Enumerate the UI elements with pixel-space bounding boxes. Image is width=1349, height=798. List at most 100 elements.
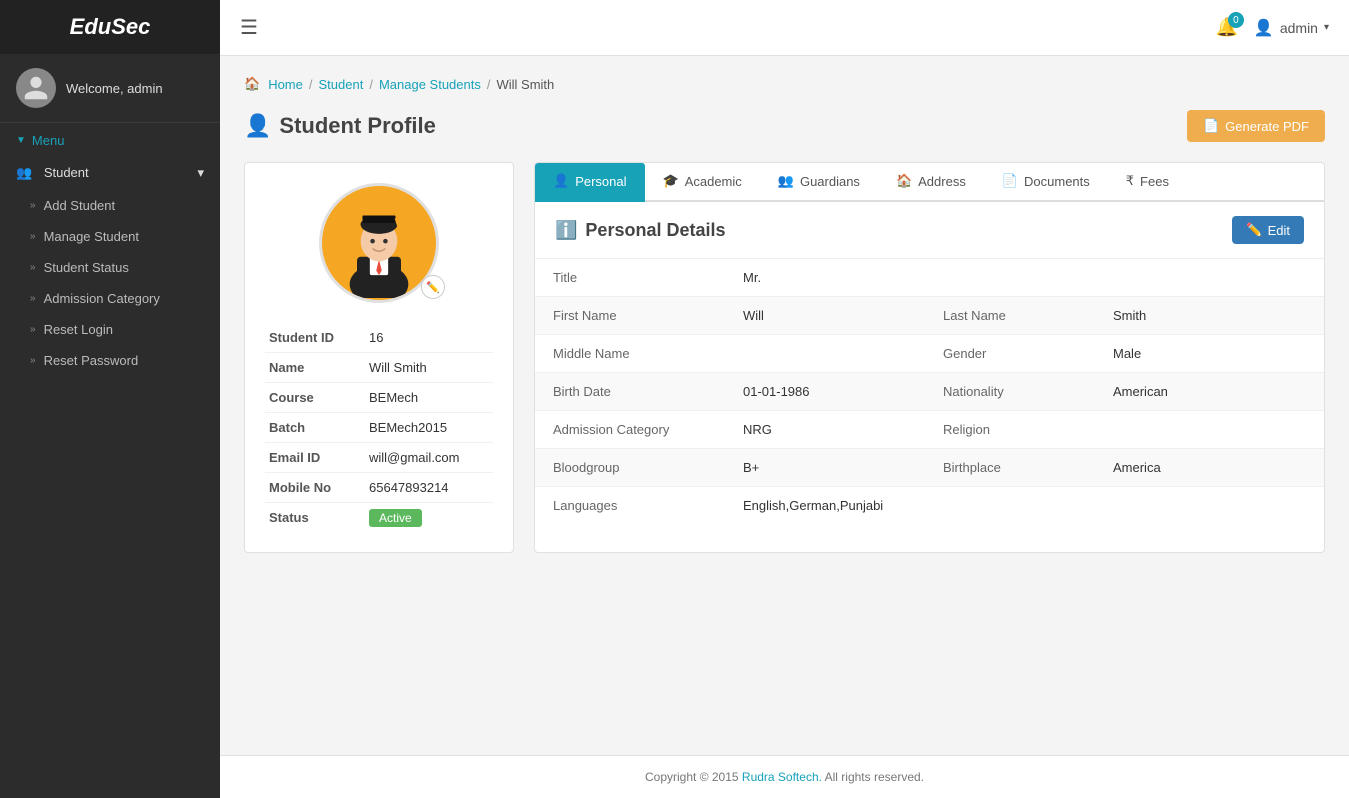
- sidebar-item-student-status[interactable]: » Student Status: [0, 252, 220, 283]
- footer: Copyright © 2015 Rudra Softech. All righ…: [220, 755, 1349, 798]
- tab-guardians[interactable]: 👥 Guardians: [760, 163, 878, 202]
- home-icon: 🏠: [244, 76, 260, 92]
- edit-button[interactable]: ✏️ Edit: [1232, 216, 1304, 244]
- sidebar-user: Welcome, admin: [0, 54, 220, 123]
- field-value2: Smith: [1095, 297, 1324, 335]
- admin-label: admin: [1280, 20, 1318, 36]
- sidebar-item-reset-login[interactable]: » Reset Login: [0, 314, 220, 345]
- sidebar-section-header-student[interactable]: 👥 Student ▾: [0, 156, 220, 190]
- email-label: Email ID: [265, 443, 365, 473]
- avatar: [16, 68, 56, 108]
- edit-avatar-icon[interactable]: ✏️: [421, 275, 445, 299]
- tabs: 👤 Personal 🎓 Academic 👥 Guardians �: [535, 163, 1324, 202]
- field-label: Languages: [535, 487, 725, 525]
- tab-documents[interactable]: 📄 Documents: [984, 163, 1108, 202]
- breadcrumb-home[interactable]: Home: [268, 77, 303, 92]
- page-title: 👤 Student Profile: [244, 113, 436, 139]
- pdf-icon: 📄: [1203, 118, 1219, 134]
- sidebar-item-manage-student[interactable]: » Manage Student: [0, 221, 220, 252]
- field-value2: Male: [1095, 335, 1324, 373]
- profile-card: ✏️ Student ID 16 Name Will Smith Course: [244, 162, 514, 553]
- main-content: ☰ 🔔 0 👤 admin ▾ 🏠 Home / Student / Manag…: [220, 0, 1349, 798]
- address-icon: 🏠: [896, 173, 912, 189]
- table-row: Admission Category NRG Religion: [535, 411, 1324, 449]
- personal-icon: 👤: [553, 173, 569, 189]
- student-id-value: 16: [365, 323, 493, 353]
- mobile-value: 65647893214: [365, 473, 493, 503]
- table-row: Title Mr.: [535, 259, 1324, 297]
- sidebar-item-admission-category[interactable]: » Admission Category: [0, 283, 220, 314]
- tab-address[interactable]: 🏠 Address: [878, 163, 984, 202]
- status-label: Status: [265, 503, 365, 533]
- academic-icon: 🎓: [663, 173, 679, 189]
- topbar: ☰ 🔔 0 👤 admin ▾: [220, 0, 1349, 56]
- field-value: B+: [725, 449, 925, 487]
- field-label: Title: [535, 259, 725, 297]
- field-label: Middle Name: [535, 335, 725, 373]
- hamburger-button[interactable]: ☰: [240, 15, 258, 40]
- info-icon: ℹ️: [555, 220, 577, 241]
- sidebar: EduSec Welcome, admin ▼ Menu 👥 Student ▾…: [0, 0, 220, 798]
- details-panel: 👤 Personal 🎓 Academic 👥 Guardians �: [534, 162, 1325, 553]
- tab-academic[interactable]: 🎓 Academic: [645, 163, 760, 202]
- welcome-label: Welcome, admin: [66, 81, 163, 96]
- user-icon: 👤: [244, 113, 271, 139]
- tab-fees[interactable]: ₹ Fees: [1108, 163, 1187, 202]
- section-header: ℹ️ Personal Details ✏️ Edit: [535, 202, 1324, 259]
- field-label2: Gender: [925, 335, 1095, 373]
- field-value2: [1095, 411, 1324, 449]
- field-label2: Religion: [925, 411, 1095, 449]
- field-label2: Birthplace: [925, 449, 1095, 487]
- personal-details-table: Title Mr. First Name Will Last Name Smit…: [535, 259, 1324, 524]
- name-value: Will Smith: [365, 353, 493, 383]
- table-row: Middle Name Gender Male: [535, 335, 1324, 373]
- field-label2: Last Name: [925, 297, 1095, 335]
- field-value: Mr.: [725, 259, 1324, 297]
- email-value: will@gmail.com: [365, 443, 493, 473]
- chevron-right-icon: »: [30, 262, 36, 273]
- notification-bell[interactable]: 🔔 0: [1215, 17, 1237, 38]
- breadcrumb-manage-students[interactable]: Manage Students: [379, 77, 481, 92]
- content-area: 🏠 Home / Student / Manage Students / Wil…: [220, 56, 1349, 755]
- profile-info-table: Student ID 16 Name Will Smith Course BEM…: [265, 323, 493, 532]
- footer-company-link[interactable]: Rudra Softech.: [742, 770, 822, 784]
- field-value: [725, 335, 925, 373]
- user-menu[interactable]: 👤 admin ▾: [1254, 18, 1329, 38]
- field-value: NRG: [725, 411, 925, 449]
- field-label: Birth Date: [535, 373, 725, 411]
- generate-pdf-button[interactable]: 📄 Generate PDF: [1187, 110, 1325, 142]
- user-icon: 👤: [1254, 18, 1274, 38]
- chevron-right-icon: »: [30, 355, 36, 366]
- sidebar-item-add-student[interactable]: » Add Student: [0, 190, 220, 221]
- chevron-right-icon: »: [30, 324, 36, 335]
- dropdown-arrow-icon: ▾: [1324, 22, 1329, 33]
- page-header: 👤 Student Profile 📄 Generate PDF: [244, 110, 1325, 142]
- status-value: Active: [365, 503, 493, 533]
- field-label: Admission Category: [535, 411, 725, 449]
- profile-layout: ✏️ Student ID 16 Name Will Smith Course: [244, 162, 1325, 553]
- course-label: Course: [265, 383, 365, 413]
- guardians-icon: 👥: [778, 173, 794, 189]
- field-value: 01-01-1986: [725, 373, 925, 411]
- profile-avatar-wrap: ✏️: [265, 183, 493, 303]
- student-id-label: Student ID: [265, 323, 365, 353]
- field-value2: American: [1095, 373, 1324, 411]
- field-value2: America: [1095, 449, 1324, 487]
- menu-label: ▼ Menu: [0, 123, 220, 152]
- field-value: Will: [725, 297, 925, 335]
- breadcrumb-student[interactable]: Student: [319, 77, 364, 92]
- batch-value: BEMech2015: [365, 413, 493, 443]
- app-logo: EduSec: [0, 0, 220, 54]
- chevron-right-icon: »: [30, 231, 36, 242]
- field-label: Bloodgroup: [535, 449, 725, 487]
- breadcrumb: 🏠 Home / Student / Manage Students / Wil…: [244, 76, 1325, 92]
- mobile-label: Mobile No: [265, 473, 365, 503]
- tab-personal[interactable]: 👤 Personal: [535, 163, 645, 202]
- field-label: First Name: [535, 297, 725, 335]
- fees-icon: ₹: [1126, 173, 1134, 189]
- sidebar-item-reset-password[interactable]: » Reset Password: [0, 345, 220, 376]
- breadcrumb-current: Will Smith: [496, 77, 554, 92]
- field-value: English,German,Punjabi: [725, 487, 1324, 525]
- field-label2: Nationality: [925, 373, 1095, 411]
- batch-label: Batch: [265, 413, 365, 443]
